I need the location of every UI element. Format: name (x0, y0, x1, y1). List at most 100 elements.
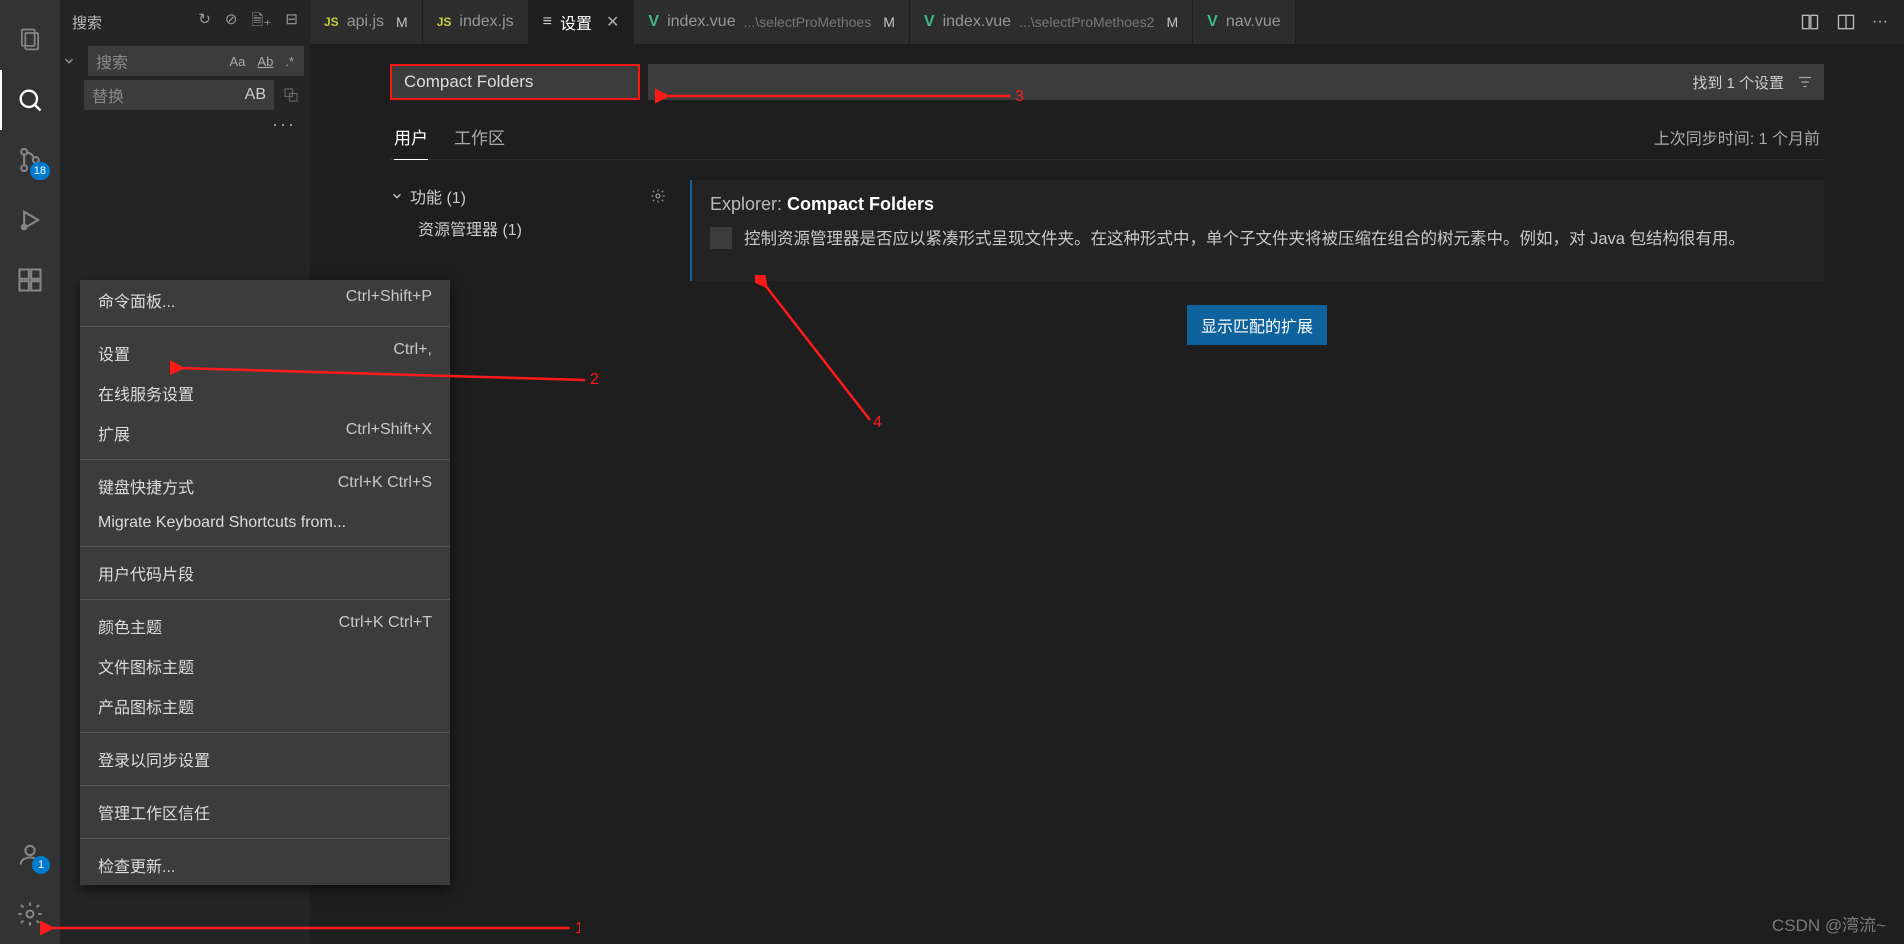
side-panel-title: 搜索 (72, 12, 198, 33)
tab-nav-vue[interactable]: V nav.vue (1193, 0, 1296, 44)
tab-index-vue-2[interactable]: V index.vue ...\selectProMethoes2 M (910, 0, 1193, 44)
menu-item-label: 管理工作区信任 (98, 800, 432, 824)
activity-debug[interactable] (0, 190, 60, 250)
settings-search-bar: 找到 1 个设置 (648, 64, 1824, 100)
tabs-bar: JS api.js M JS index.js ≡ 设置 ✕ V index.v… (310, 0, 1904, 44)
js-icon: JS (324, 15, 339, 29)
tab-index-vue-1[interactable]: V index.vue ...\selectProMethoes M (634, 0, 909, 44)
setting-title-name: Compact Folders (787, 194, 934, 214)
tabs-actions: ··· (1784, 0, 1904, 44)
clear-icon[interactable]: ⊘ (225, 10, 238, 35)
setting-compact-folders: Explorer: Compact Folders 控制资源管理器是否应以紧凑形… (690, 180, 1824, 281)
menu-item-label: 产品图标主题 (98, 694, 432, 718)
menu-separator (80, 732, 450, 733)
menu-item-label: 在线服务设置 (98, 381, 432, 405)
show-matching-extensions-button[interactable]: 显示匹配的扩展 (1187, 305, 1327, 345)
menu-separator (80, 838, 450, 839)
activity-search[interactable] (0, 70, 60, 130)
menu-item-label: 命令面板... (98, 288, 346, 312)
replace-input[interactable]: 替换 AB (84, 80, 274, 110)
refresh-icon[interactable]: ↻ (198, 10, 211, 35)
settings-search-input[interactable]: Compact Folders (390, 64, 640, 100)
settings-result-count: 找到 1 个设置 (1692, 72, 1784, 93)
menu-item[interactable]: 管理工作区信任 (80, 792, 450, 832)
menu-item[interactable]: 在线服务设置 (80, 373, 450, 413)
side-panel-header: 搜索 ↻ ⊘ 🗎₊ ⊟ (60, 0, 310, 44)
new-file-icon[interactable]: 🗎₊ (251, 10, 271, 35)
activity-account[interactable]: 1 (0, 824, 60, 884)
menu-item-label: 颜色主题 (98, 614, 339, 638)
collapse-icon[interactable]: ⊟ (285, 10, 298, 35)
filter-icon[interactable] (1796, 73, 1814, 91)
js-icon: JS (437, 15, 452, 29)
menu-item[interactable]: 检查更新... (80, 845, 450, 885)
menu-item[interactable]: 键盘快捷方式Ctrl+K Ctrl+S (80, 466, 450, 506)
close-icon[interactable]: ✕ (606, 12, 619, 32)
match-word-icon[interactable]: Ab (255, 54, 275, 69)
tab-index-js[interactable]: JS index.js (423, 0, 529, 44)
menu-item-label: 扩展 (98, 421, 346, 445)
menu-item-shortcut: Ctrl+Shift+X (346, 421, 432, 445)
replace-all-icon[interactable] (278, 80, 304, 110)
vue-icon: V (648, 13, 659, 31)
sync-info: 上次同步时间: 1 个月前 (1654, 125, 1820, 159)
menu-separator (80, 785, 450, 786)
menu-item-shortcut: Ctrl+K Ctrl+T (339, 614, 432, 638)
manage-context-menu: 命令面板...Ctrl+Shift+P设置Ctrl+,在线服务设置扩展Ctrl+… (80, 280, 450, 885)
activity-scm[interactable]: 18 (0, 130, 60, 190)
menu-item[interactable]: 扩展Ctrl+Shift+X (80, 413, 450, 453)
activity-extensions[interactable] (0, 250, 60, 310)
tab-api-js[interactable]: JS api.js M (310, 0, 423, 44)
watermark: CSDN @湾流~ (1772, 911, 1886, 936)
settings-editor: Compact Folders 找到 1 个设置 用户 工作区 上次同步时间: … (310, 44, 1904, 944)
activity-explorer[interactable] (0, 10, 60, 70)
menu-item-label: 登录以同步设置 (98, 747, 432, 771)
vue-icon: V (924, 13, 935, 31)
settings-tab-workspace[interactable]: 工作区 (454, 118, 505, 159)
toggle-replace-icon[interactable] (62, 54, 84, 68)
menu-item[interactable]: 文件图标主题 (80, 646, 450, 686)
setting-description: 控制资源管理器是否应以紧凑形式呈现文件夹。在这种形式中，单个子文件夹将被压缩在组… (744, 225, 1745, 253)
menu-item-shortcut: Ctrl+, (393, 341, 432, 365)
gear-icon[interactable] (650, 188, 670, 204)
menu-item-label: 设置 (98, 341, 393, 365)
vue-icon: V (1207, 13, 1218, 31)
menu-separator (80, 546, 450, 547)
more-icon[interactable]: ··· (1872, 13, 1888, 31)
preserve-case-icon[interactable]: AB (245, 86, 266, 103)
menu-item-shortcut: Ctrl+Shift+P (346, 288, 432, 312)
tree-item-explorer[interactable]: 资源管理器 (1) (390, 212, 670, 244)
compare-icon[interactable] (1800, 12, 1820, 32)
menu-separator (80, 599, 450, 600)
menu-item-label: 键盘快捷方式 (98, 474, 338, 498)
setting-title-prefix: Explorer: (710, 194, 787, 214)
menu-item[interactable]: 用户代码片段 (80, 553, 450, 593)
toggle-details-icon[interactable]: ··· (60, 112, 310, 137)
scm-badge: 18 (30, 162, 50, 180)
settings-tab-user[interactable]: 用户 (394, 118, 428, 159)
tree-item-features[interactable]: 功能 (1) (390, 180, 670, 212)
tab-settings[interactable]: ≡ 设置 ✕ (529, 0, 635, 44)
search-input[interactable]: 搜索 Aa Ab .* (88, 46, 304, 76)
menu-item[interactable]: 登录以同步设置 (80, 739, 450, 779)
setting-checkbox[interactable] (710, 227, 732, 249)
menu-separator (80, 326, 450, 327)
menu-item-label: 检查更新... (98, 853, 432, 877)
search-placeholder: 搜索 (96, 49, 228, 73)
editor-area: JS api.js M JS index.js ≡ 设置 ✕ V index.v… (310, 0, 1904, 944)
menu-item-label: 文件图标主题 (98, 654, 432, 678)
menu-item[interactable]: 设置Ctrl+, (80, 333, 450, 373)
menu-item-label: 用户代码片段 (98, 561, 432, 585)
menu-item[interactable]: 颜色主题Ctrl+K Ctrl+T (80, 606, 450, 646)
account-badge: 1 (32, 856, 50, 874)
activity-bar: 18 1 (0, 0, 60, 944)
menu-item[interactable]: 命令面板...Ctrl+Shift+P (80, 280, 450, 320)
regex-icon[interactable]: .* (283, 54, 296, 69)
split-icon[interactable] (1836, 12, 1856, 32)
activity-manage[interactable] (0, 884, 60, 944)
menu-separator (80, 459, 450, 460)
menu-item[interactable]: Migrate Keyboard Shortcuts from... (80, 506, 450, 540)
match-case-icon[interactable]: Aa (228, 54, 248, 69)
settings-icon: ≡ (543, 13, 552, 31)
menu-item[interactable]: 产品图标主题 (80, 686, 450, 726)
